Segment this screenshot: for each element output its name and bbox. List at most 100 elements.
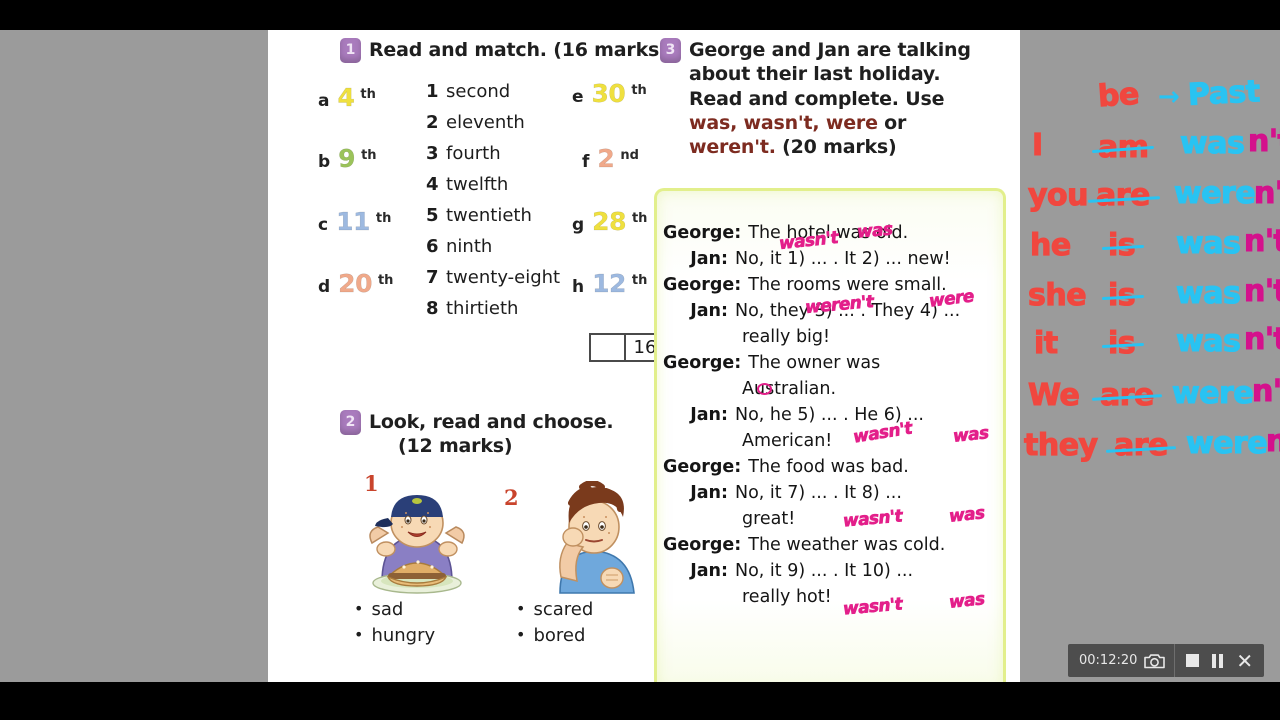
exercise-2-item-1[interactable]: 1 • sad • hungry xyxy=(328,471,488,649)
option-row[interactable]: • sad xyxy=(354,597,488,623)
dialogue-text: The weather was cold. xyxy=(748,535,946,555)
word-text: eleventh xyxy=(446,112,525,133)
word-text: twelfth xyxy=(446,174,509,195)
speaker-label: George: xyxy=(663,353,742,373)
ordinal-number: 30 xyxy=(591,79,626,108)
ordinal-item-b[interactable]: b 9 th xyxy=(318,144,379,173)
ink-answer-6: was xyxy=(952,423,990,447)
ordinal-suffix: th xyxy=(631,273,648,288)
list-item[interactable]: 7 twenty-eight xyxy=(426,267,560,298)
ordinal-letter: c xyxy=(318,215,329,235)
exercise-1-header: 1 Read and match. (16 marks) xyxy=(340,38,670,63)
exercise-2: 2 Look, read and choose. (12 marks) 1 • … xyxy=(318,410,670,720)
ordinal-number: 2 xyxy=(597,144,615,173)
exercise-2-picture-grid: 1 • sad • hungry 2 • scared • bored xyxy=(318,469,670,720)
option-row[interactable]: • scared xyxy=(516,597,656,623)
exercise-3-title-line-3: Read and complete. Use xyxy=(689,87,945,110)
past-were: were xyxy=(1173,175,1256,211)
list-item[interactable]: 5 twentieth xyxy=(426,205,560,236)
list-item[interactable]: 2 eleventh xyxy=(426,112,560,143)
ordinal-item-h[interactable]: h 12 th xyxy=(572,269,649,298)
past-were: were xyxy=(1171,375,1254,411)
dialogue-line: Jan: No, he 5) ... . He 6) ... xyxy=(663,405,997,425)
recorder-toolbar: 00:12:20 ✕ xyxy=(1068,644,1265,677)
ordinal-letter: f xyxy=(582,152,590,172)
pronoun-she: she xyxy=(1027,277,1087,313)
list-item[interactable]: 1 second xyxy=(426,81,560,112)
negative-nt: n't xyxy=(1243,273,1280,309)
bullet-icon: • xyxy=(354,624,364,644)
option-row[interactable]: • bored xyxy=(516,623,656,649)
option-label: hungry xyxy=(371,624,436,646)
exercise-2-item-2[interactable]: 2 • scared • bored xyxy=(486,479,656,649)
pause-icon xyxy=(1212,653,1217,668)
verb-forms-after-1: or xyxy=(877,111,907,134)
option-row[interactable]: • hungry xyxy=(354,623,488,649)
word-text: thirtieth xyxy=(446,298,519,319)
list-item[interactable]: 8 thirtieth xyxy=(426,298,560,329)
dialogue-line: Jan: No, it 9) ... . It 10) ... xyxy=(663,562,997,581)
ordinal-item-a[interactable]: a 4 th xyxy=(318,83,378,112)
ordinal-item-c[interactable]: c 11 th xyxy=(318,207,393,236)
ink-answer-8: was xyxy=(948,503,986,527)
pronoun-you: you xyxy=(1027,177,1089,213)
letterbox-top xyxy=(0,0,1280,30)
negative-nt: n't xyxy=(1251,373,1280,409)
pause-button[interactable] xyxy=(1212,653,1224,668)
exercise-2-header: 2 Look, read and choose. (12 marks) xyxy=(340,410,670,459)
score-blank-field[interactable] xyxy=(591,335,626,360)
present-are: are xyxy=(1095,177,1150,213)
ordinal-number: 28 xyxy=(592,207,627,236)
word-text: twenty-eight xyxy=(446,267,561,288)
dialogue-text: No, it 7) ... . It 8) ... xyxy=(735,483,902,503)
option-label: scared xyxy=(533,598,594,620)
ordinal-suffix: th xyxy=(631,211,648,226)
speaker-label: George: xyxy=(663,457,742,477)
ordinal-item-e[interactable]: e 30 th xyxy=(572,79,649,108)
dialogue-text: great! xyxy=(742,509,796,529)
list-item[interactable]: 3 fourth xyxy=(426,143,560,174)
past-was: was xyxy=(1175,323,1241,359)
word-number: 8 xyxy=(426,298,439,319)
ordinal-suffix: th xyxy=(360,87,376,102)
ordinal-item-f[interactable]: f 2 nd xyxy=(582,144,641,173)
ordinal-item-d[interactable]: d 20 th xyxy=(318,269,395,298)
dialogue-text: The food was bad. xyxy=(748,457,909,477)
dialogue-text: The owner was xyxy=(748,353,881,373)
close-button[interactable]: ✕ xyxy=(1236,651,1253,671)
item-number: 2 xyxy=(504,484,519,510)
verb-forms-highlight-2: weren't. xyxy=(689,136,776,159)
ordinal-suffix: th xyxy=(631,83,647,98)
camera-icon[interactable] xyxy=(1144,653,1166,669)
list-item[interactable]: 4 twelfth xyxy=(426,174,560,205)
negative-nt: n't xyxy=(1253,175,1280,211)
dialogue-line: Australian. xyxy=(663,380,997,399)
list-item[interactable]: 6 ninth xyxy=(426,236,560,267)
dialogue-line: really hot! xyxy=(663,588,997,607)
speaker-label: Jan: xyxy=(690,301,728,321)
bullet-icon: • xyxy=(516,598,526,618)
exercise-2-item-2-options: • scared • bored xyxy=(516,597,656,649)
speaker-label: George: xyxy=(663,223,742,243)
page-left-column: 1 Read and match. (16 marks) a 4 th b 9 th… xyxy=(300,30,670,720)
past-was: was xyxy=(1179,125,1245,161)
speaker-label: Jan: xyxy=(690,405,728,425)
exercise-3-title-line-4: was, wasn't, were or xyxy=(689,111,971,135)
exercise-3-badge: 3 xyxy=(660,38,681,63)
ink-answer-10: was xyxy=(948,589,986,613)
exercise-2-title-block: Look, read and choose. (12 marks) xyxy=(369,410,614,459)
negative-nt: n't xyxy=(1247,123,1280,159)
pronoun-it: it xyxy=(1033,325,1058,361)
stop-button[interactable] xyxy=(1186,654,1200,667)
ordinal-letter: a xyxy=(318,91,330,111)
close-icon: ✕ xyxy=(1236,648,1254,673)
ordinal-number: 9 xyxy=(338,144,356,173)
recording-timestamp: 00:12:20 xyxy=(1079,653,1138,668)
ordinal-letter: h xyxy=(572,277,585,297)
exercise-3-title-line-2: about their last holiday. xyxy=(689,63,941,86)
ordinal-item-g[interactable]: g 28 th xyxy=(572,207,649,236)
exercise-3-header: 3 George and Jan are talking about their… xyxy=(660,38,1020,160)
word-number: 4 xyxy=(426,174,439,195)
ordinal-words-list: 1 second 2 eleventh 3 fourth 4 twelfth 5… xyxy=(426,81,560,329)
word-number: 2 xyxy=(426,112,439,133)
